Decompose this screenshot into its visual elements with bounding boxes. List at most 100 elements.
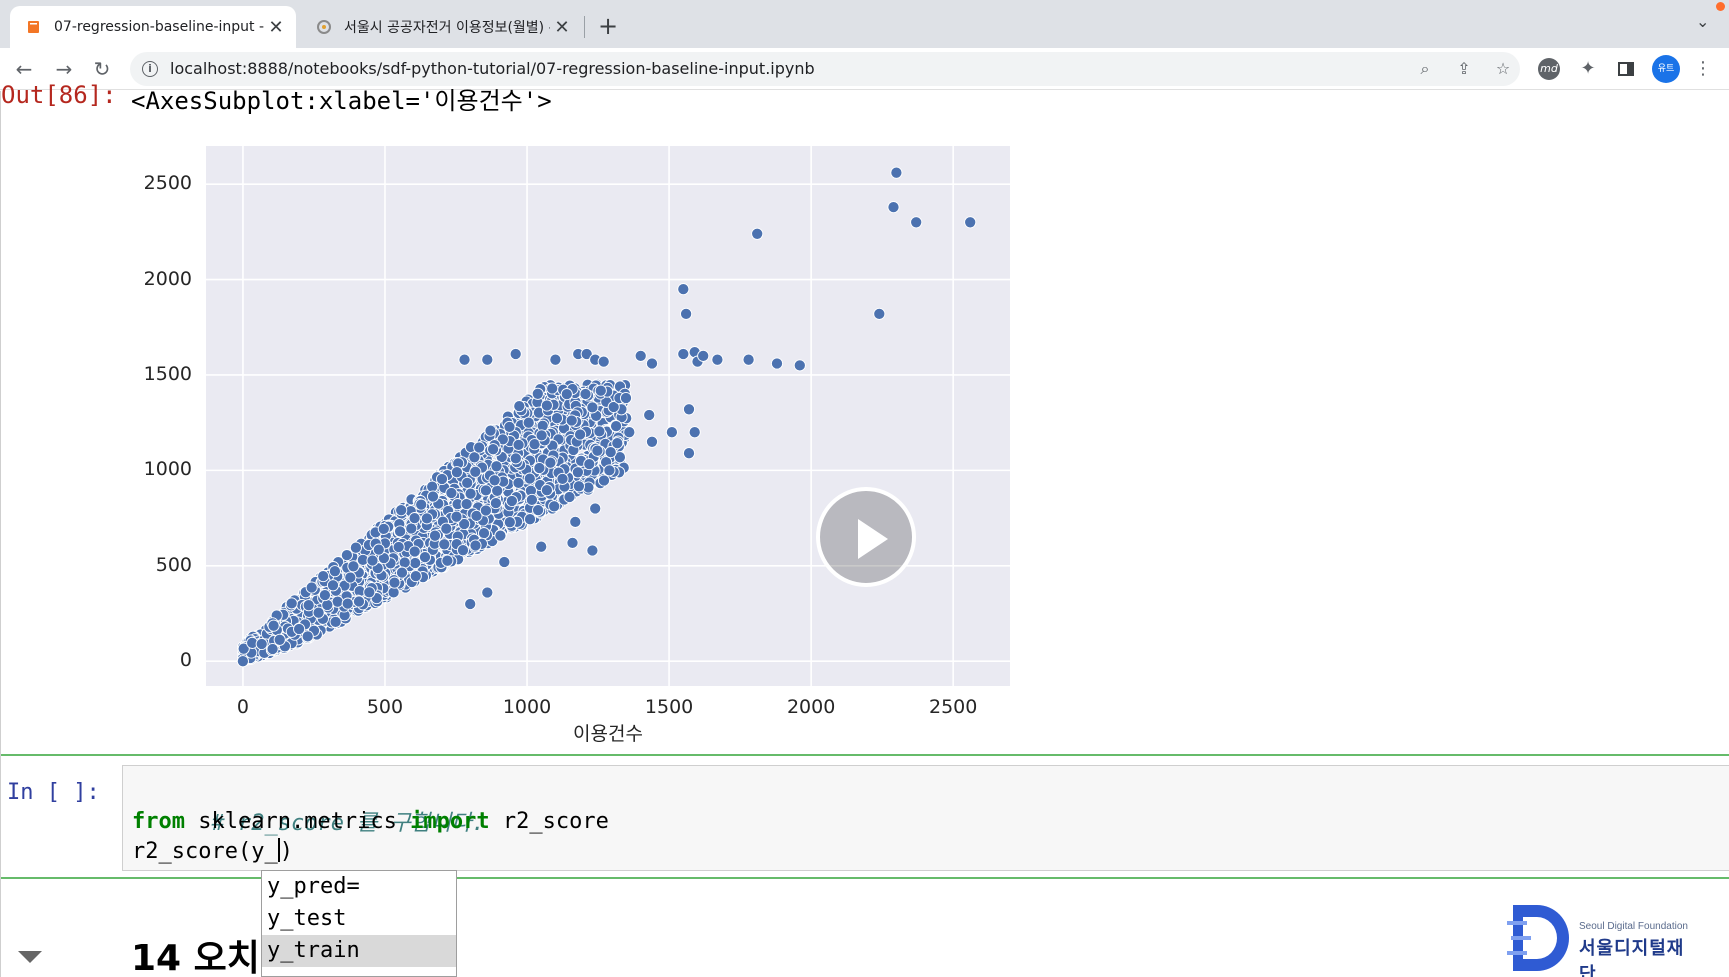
scatter-point (488, 474, 501, 487)
collapse-toggle-icon[interactable] (18, 951, 42, 963)
completion-item-selected[interactable]: y_train (262, 935, 456, 967)
close-icon[interactable]: ✕ (264, 17, 288, 38)
scatter-point (677, 347, 690, 361)
share-icon[interactable]: ⇪ (1453, 58, 1475, 80)
scatter-point (326, 579, 340, 592)
scatter-point (591, 444, 604, 457)
scatter-point (540, 484, 553, 497)
y-tick-label: 500 (155, 553, 192, 576)
scatter-point (491, 484, 504, 497)
zoom-icon[interactable]: ⌕ (1414, 58, 1436, 80)
scatter-point (418, 551, 432, 564)
tab-notebook[interactable]: 07-regression-baseline-input - ✕ (10, 6, 296, 48)
code-line-import: from sklearn.metrics import r2_score (132, 809, 609, 834)
scatter-point (267, 619, 280, 632)
scatter-point (450, 510, 463, 523)
scatter-point (523, 472, 536, 485)
scatter-point (255, 637, 268, 651)
scatter-point (372, 543, 385, 556)
scatter-point (461, 476, 474, 489)
chevron-down-icon[interactable]: ⌄ (1696, 12, 1709, 31)
scatter-point (440, 522, 453, 535)
scatter-point (550, 412, 564, 425)
completion-item[interactable]: y_test (262, 903, 456, 935)
scatter-point (540, 399, 553, 412)
scatter-point (484, 424, 497, 437)
scatter-point (634, 349, 647, 362)
x-tick-label: 0 (236, 696, 249, 718)
scatter-point (415, 498, 428, 511)
scatter-point (395, 566, 409, 579)
scatter-point (512, 476, 525, 489)
input-prompt: In [ ]: (7, 780, 100, 805)
scatter-point (887, 201, 900, 214)
side-panel-icon[interactable] (1614, 57, 1638, 81)
tab-seoul-bike[interactable]: 서울시 공공자전거 이용정보(월별) - ✕ (300, 6, 582, 48)
y-tick-label: 1500 (143, 362, 192, 385)
scatter-point (610, 420, 623, 433)
scatter-point (460, 497, 473, 511)
extensions-icon[interactable]: ✦ (1576, 57, 1600, 81)
star-icon[interactable]: ☆ (1492, 58, 1514, 80)
scatter-point (523, 513, 537, 526)
scatter-point (317, 570, 330, 583)
tab-separator (584, 16, 585, 38)
x-tick-label: 1500 (644, 696, 694, 718)
scatter-point (579, 387, 592, 401)
y-tick-label: 2500 (143, 172, 192, 195)
scatter-point (285, 597, 298, 610)
scatter-point (645, 435, 659, 448)
completion-item[interactable]: y_pred= (262, 871, 456, 903)
scatter-point (964, 216, 977, 229)
code-editor[interactable]: # r2_score 를 구합니다. from sklearn.metrics … (122, 765, 1729, 871)
scatter-point (340, 549, 353, 562)
module-name: sklearn.metrics (184, 809, 411, 834)
scatter-point (293, 622, 306, 636)
scatter-point (408, 545, 421, 558)
scatter-point (398, 556, 411, 569)
scatter-point (494, 529, 507, 542)
scatter-point (481, 586, 494, 599)
keyword-import: import (410, 809, 490, 834)
tab-strip: 07-regression-baseline-input - ✕ 서울시 공공자… (0, 0, 1729, 48)
scatter-point (236, 655, 249, 668)
scatter-plot-area (206, 146, 1010, 686)
scatter-point (464, 597, 477, 611)
close-paren: ) (279, 839, 293, 864)
scatter-point (490, 460, 503, 473)
scatter-point (409, 556, 422, 570)
scatter-point (473, 441, 486, 454)
markdown-extension-icon[interactable]: md (1538, 58, 1560, 80)
scatter-point (742, 353, 755, 366)
forward-icon[interactable]: → (50, 55, 78, 83)
cell-divider-top (1, 754, 1729, 756)
close-icon[interactable]: ✕ (550, 17, 574, 38)
url-text[interactable]: localhost:8888/notebooks/sdf-python-tuto… (170, 59, 815, 78)
scatter-point (533, 461, 546, 475)
x-tick-label: 500 (366, 696, 404, 718)
info-icon[interactable]: i (142, 61, 158, 77)
scatter-point (569, 515, 582, 528)
scatter-point (456, 544, 470, 557)
new-tab-button[interactable]: + (598, 12, 618, 40)
scatter-point (682, 447, 696, 460)
scatter-point (509, 347, 522, 361)
scatter-point (388, 576, 401, 589)
scatter-point (513, 400, 526, 413)
scatter-point (498, 555, 511, 569)
y-tick-label: 0 (179, 649, 192, 672)
video-play-button[interactable] (816, 487, 916, 587)
reload-icon[interactable]: ↻ (88, 55, 116, 83)
scatter-point (329, 615, 342, 628)
scatter-point (450, 466, 463, 479)
menu-icon[interactable]: ⋮ (1694, 58, 1712, 79)
scatter-point (522, 416, 535, 429)
scatter-point (677, 283, 690, 296)
tab-title: 서울시 공공자전거 이용정보(월별) - (344, 20, 550, 36)
scatter-point (770, 357, 784, 370)
avatar[interactable]: 유트 (1652, 55, 1680, 83)
back-icon[interactable]: ← (10, 55, 38, 83)
scatter-point (544, 456, 557, 469)
scatter-point (751, 227, 764, 240)
open-paren: ( (237, 839, 252, 864)
